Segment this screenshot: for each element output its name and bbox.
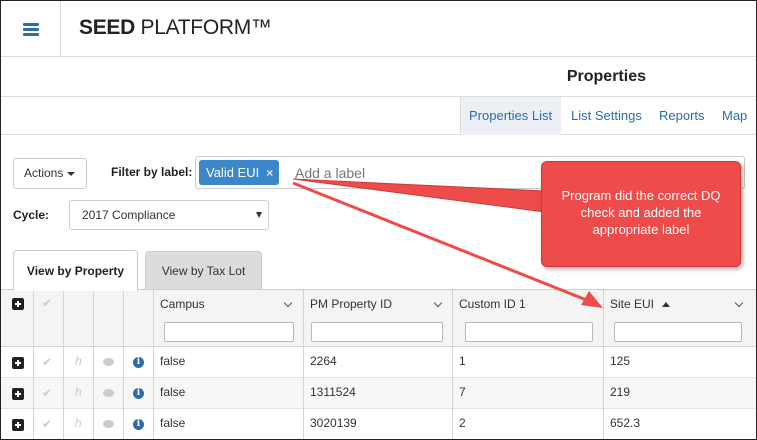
menu-button[interactable]	[1, 1, 61, 57]
column-divider	[153, 290, 154, 439]
expand-row-icon[interactable]	[12, 357, 24, 369]
select-caret-icon	[256, 212, 262, 218]
custom-id-1-filter-input[interactable]	[465, 322, 593, 342]
history-icon[interactable]: h	[75, 354, 82, 368]
site-eui-cell: 125	[610, 354, 631, 368]
chevron-down-icon[interactable]	[283, 298, 293, 308]
caret-down-icon	[67, 171, 76, 176]
app-window: SEED PLATFORM™ Properties Properties Lis…	[0, 0, 757, 440]
custom-id-1-cell: 7	[459, 385, 466, 399]
tab-properties-list[interactable]: Properties List	[460, 97, 561, 135]
column-header-campus[interactable]: Campus	[160, 297, 205, 311]
table-row[interactable]: ✔ h i false 2264 1 125	[1, 347, 756, 378]
properties-grid: ✔ Campus PM Property ID Custom ID 1 Site…	[1, 289, 756, 439]
sub-navigation: Properties List List Settings Reports Ma…	[1, 96, 756, 135]
chevron-down-icon[interactable]	[433, 298, 443, 308]
tag-text: Valid EUI	[206, 165, 260, 180]
cycle-label: Cycle:	[13, 208, 50, 222]
actions-dropdown-button[interactable]: Actions	[13, 158, 87, 189]
top-bar: SEED PLATFORM™	[1, 1, 756, 57]
table-row[interactable]: ✔ h i false 3020139 2 652.3	[1, 409, 756, 439]
custom-id-1-cell: 1	[459, 354, 466, 368]
pm-property-id-cell: 3020139	[310, 416, 357, 430]
site-eui-cell: 652.3	[610, 416, 641, 430]
pm-property-id-filter-input[interactable]	[311, 322, 443, 342]
column-divider	[63, 290, 64, 439]
column-divider	[303, 290, 304, 439]
history-icon[interactable]: h	[75, 385, 82, 399]
campus-cell: false	[160, 385, 186, 399]
remove-tag-icon[interactable]: ×	[266, 166, 273, 180]
hamburger-icon	[22, 22, 39, 36]
comment-icon[interactable]	[103, 358, 114, 366]
add-label-placeholder[interactable]: Add a label	[295, 165, 365, 181]
cycle-value: 2017 Compliance	[82, 208, 176, 222]
tab-view-by-tax-lot[interactable]: View by Tax Lot	[145, 251, 262, 289]
custom-id-1-cell: 2	[459, 416, 466, 430]
comment-icon[interactable]	[103, 389, 114, 397]
annotation-callout: Program did the correct DQ check and add…	[541, 161, 741, 267]
actions-label: Actions	[24, 166, 64, 180]
column-divider	[603, 290, 604, 439]
column-header-custom-id-1[interactable]: Custom ID 1	[459, 297, 526, 311]
campus-filter-input[interactable]	[164, 322, 294, 342]
page-title: Properties	[566, 68, 646, 85]
tab-view-by-property[interactable]: View by Property	[13, 250, 138, 291]
table-row[interactable]: ✔ h i false 1311524 7 219	[1, 378, 756, 409]
pm-property-id-cell: 1311524	[310, 385, 356, 399]
tab-list-settings[interactable]: List Settings	[563, 97, 650, 135]
column-divider	[33, 290, 34, 439]
comment-icon[interactable]	[103, 420, 114, 428]
info-icon[interactable]: i	[133, 357, 144, 368]
history-icon[interactable]: h	[75, 416, 82, 430]
pm-property-id-cell: 2264	[310, 354, 337, 368]
site-eui-cell: 219	[610, 385, 631, 399]
expand-row-icon[interactable]	[12, 419, 24, 431]
select-row-check-icon[interactable]: ✔	[42, 355, 52, 369]
info-icon[interactable]: i	[133, 388, 144, 399]
column-divider	[123, 290, 124, 439]
info-icon[interactable]: i	[133, 419, 144, 430]
column-header-site-eui[interactable]: Site EUI	[610, 297, 654, 311]
site-eui-filter-input[interactable]	[614, 322, 742, 342]
column-divider	[93, 290, 94, 439]
brand-logo: SEED PLATFORM™	[79, 16, 272, 39]
select-row-check-icon[interactable]: ✔	[42, 417, 52, 431]
applied-label-tag: Valid EUI ×	[199, 160, 280, 185]
select-row-check-icon[interactable]: ✔	[42, 386, 52, 400]
sort-ascending-icon[interactable]	[662, 302, 670, 307]
tab-reports[interactable]: Reports	[651, 97, 713, 135]
column-divider	[452, 290, 453, 439]
campus-cell: false	[160, 416, 186, 430]
chevron-down-icon[interactable]	[734, 298, 744, 308]
expand-all-icon[interactable]	[12, 298, 24, 310]
tab-map[interactable]: Map	[714, 97, 755, 135]
expand-row-icon[interactable]	[12, 388, 24, 400]
filter-label-heading: Filter by label:	[111, 165, 193, 179]
column-header-pm-property-id[interactable]: PM Property ID	[310, 297, 392, 311]
grid-header: ✔ Campus PM Property ID Custom ID 1 Site…	[1, 290, 756, 347]
campus-cell: false	[160, 354, 186, 368]
select-all-check-icon[interactable]: ✔	[42, 296, 52, 310]
cycle-select[interactable]: 2017 Compliance	[69, 200, 269, 230]
